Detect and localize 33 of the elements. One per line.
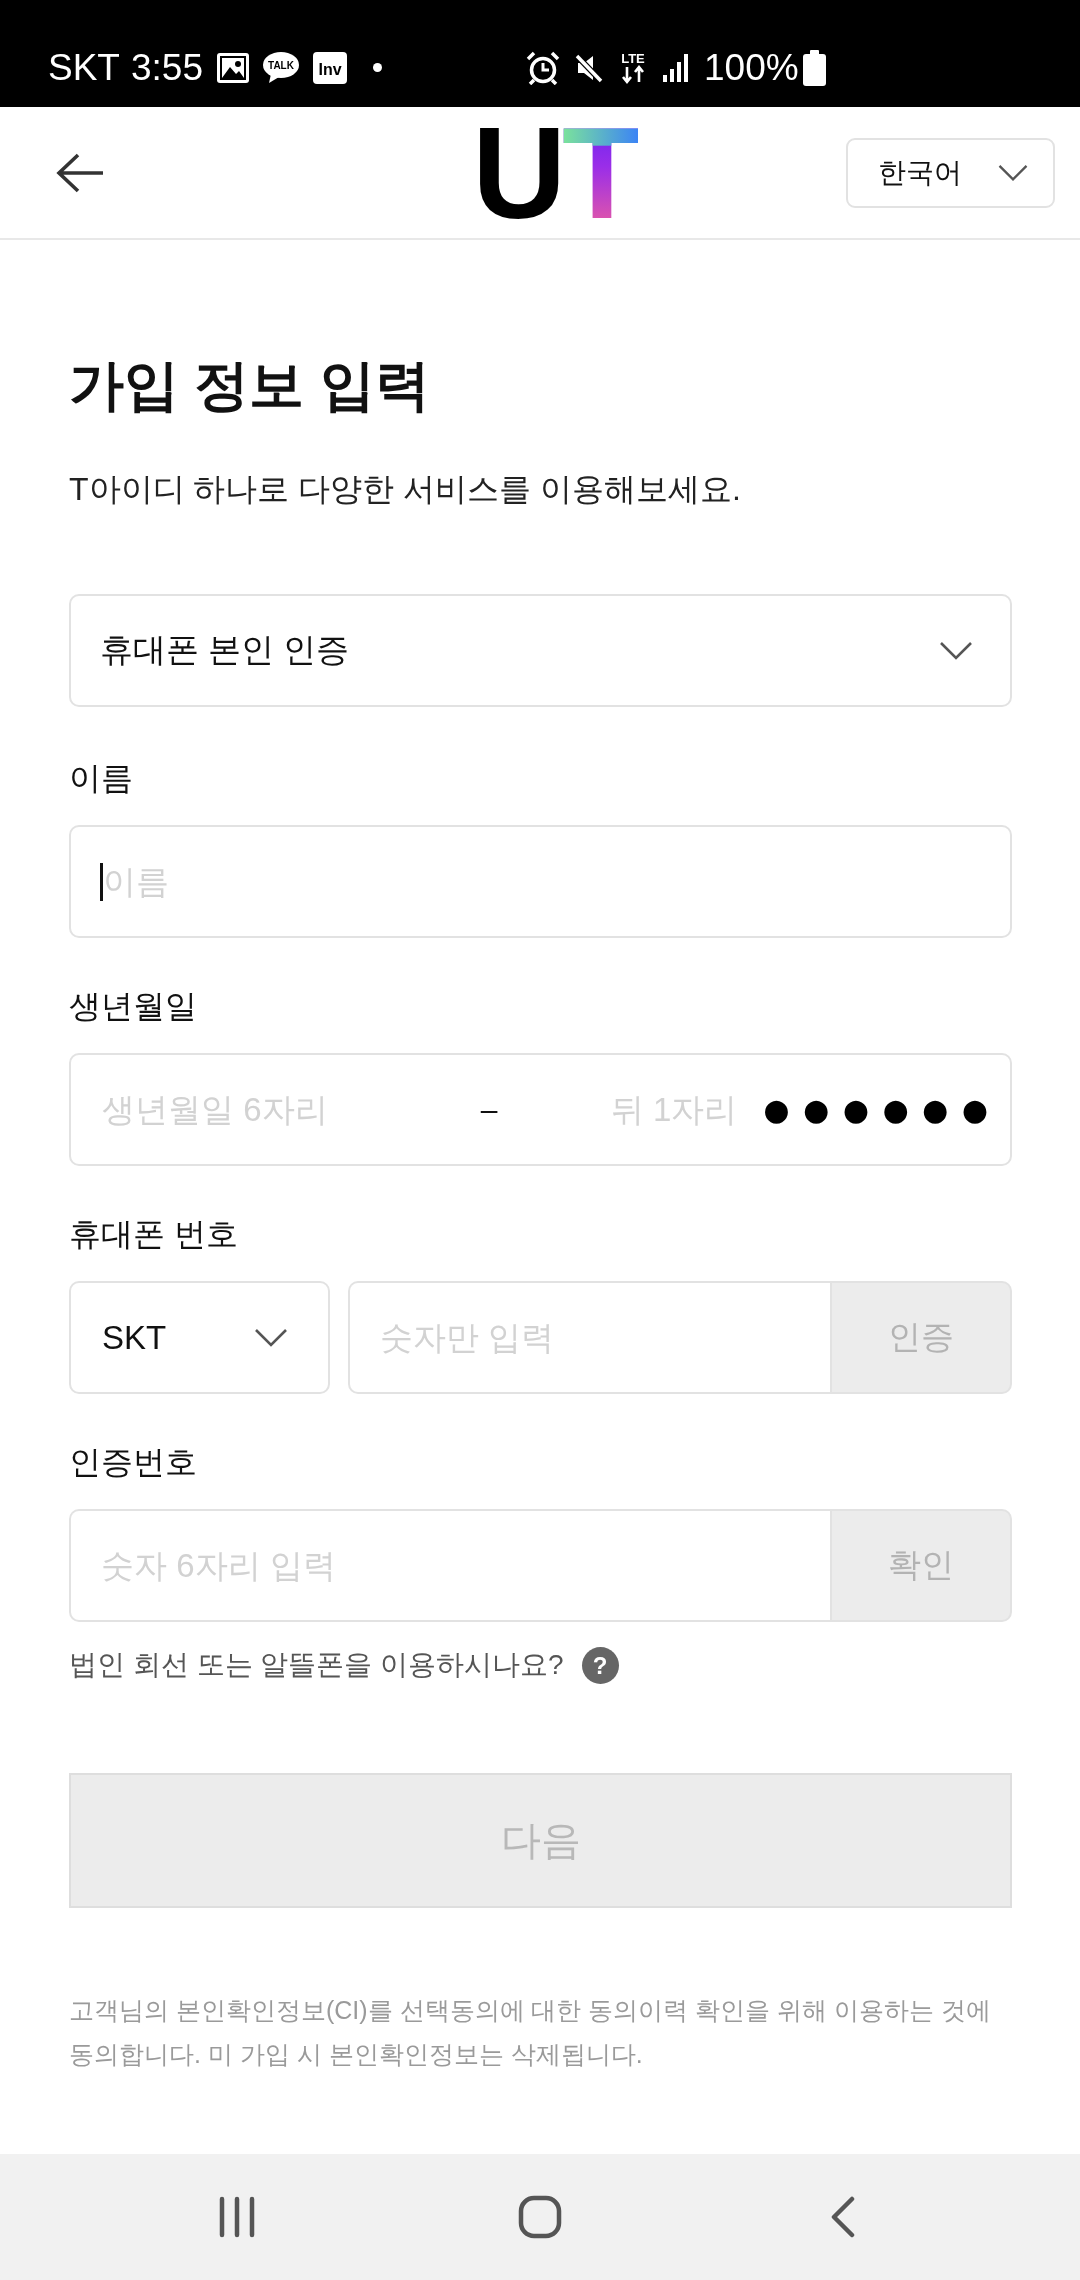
logo: UT: [472, 107, 638, 238]
language-dropdown[interactable]: 한국어: [846, 137, 1055, 208]
field-label: 생년월일: [69, 987, 198, 1026]
chevron-down-icon: [939, 640, 973, 661]
masked-digits: ● ● ● ● ● ●: [763, 1090, 988, 1129]
alarm-clock-icon: [526, 50, 560, 85]
battery-icon: [802, 49, 826, 86]
verification-method-dropdown[interactable]: 휴대폰 본인 인증: [69, 594, 1012, 707]
page-subtitle: T아이디 하나로 다양한 서비스를 이용해보세요.: [69, 470, 742, 509]
page-title: 가입 정보 입력: [69, 354, 431, 416]
field-label: 인증번호: [69, 1443, 198, 1482]
chevron-down-icon: [997, 163, 1029, 182]
field-label: 이름: [69, 759, 134, 798]
clock-time: 3:55: [130, 45, 203, 90]
app-notification-icon: Inv: [313, 51, 347, 84]
recent-apps-icon[interactable]: [217, 2196, 257, 2238]
carrier-dropdown[interactable]: SKT: [69, 1281, 330, 1394]
dash-separator: –: [479, 1092, 499, 1127]
field-label: 휴대폰 번호: [69, 1215, 239, 1254]
carrier-name: SKT: [48, 45, 120, 90]
muted-speaker-icon: [575, 52, 603, 83]
back-arrow-icon[interactable]: [55, 152, 105, 193]
back-icon[interactable]: [830, 2196, 856, 2238]
image-icon: [217, 52, 249, 83]
chevron-down-icon: [254, 1327, 288, 1348]
battery-percent: 100%: [704, 45, 799, 90]
signal-bars-icon: [663, 53, 689, 82]
help-icon[interactable]: ?: [581, 1646, 619, 1684]
notification-dot-icon: [373, 63, 382, 72]
help-text: 법인 회선 또는 알뜰폰을 이용하시나요?: [69, 1648, 564, 1682]
consent-note: 고객님의 본인확인정보(CI)를 선택동의에 대한 동의이력 확인을 위해 이용하는 것에 동의합니다. 미 가입 시 본인확인정보는 삭제됩니다.: [69, 1995, 993, 2070]
text-cursor-icon: [100, 862, 103, 901]
home-icon[interactable]: [518, 2195, 562, 2239]
